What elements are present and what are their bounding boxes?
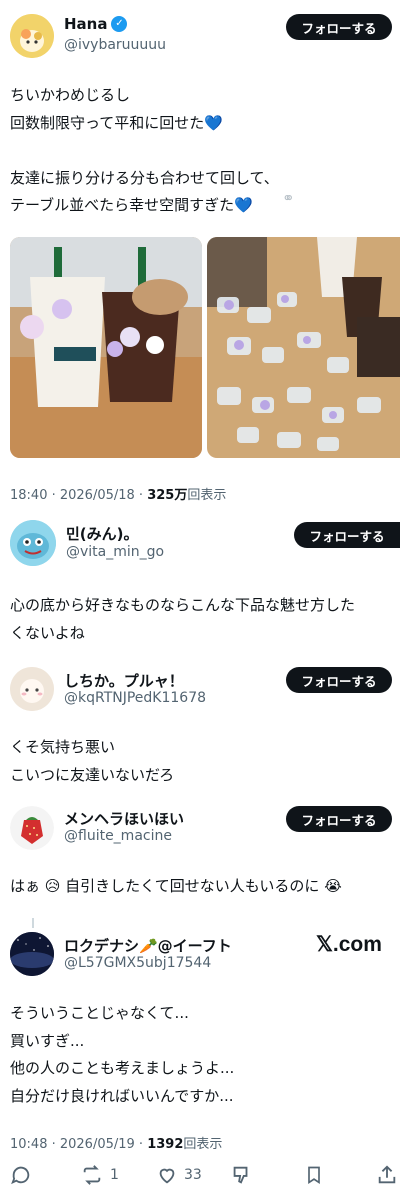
reply-text: そういうことじゃなくて... 買いすぎ... 他の人のことも考えましょうよ...… (10, 1004, 235, 1105)
post-photo-1[interactable] (10, 237, 202, 458)
timestamp-text: 18:40 · 2026/05/18 · (10, 488, 148, 503)
verified-badge-icon: ✓ (111, 16, 128, 32)
reply-author-name[interactable]: メンヘラほいほい (64, 808, 184, 829)
rings-icon: ⚭ (282, 189, 295, 207)
views-count: 325万 (147, 488, 188, 503)
reply-icon (11, 1166, 30, 1185)
reply-text: くそ気持ち悪い こいつに友達いないだろ (10, 738, 175, 784)
retweet-icon (83, 1165, 101, 1185)
like-button[interactable]: 33 (156, 1164, 202, 1186)
heart-icon (159, 1168, 175, 1184)
reply-author-name[interactable]: 민(みん)。 (66, 523, 139, 544)
timestamp-text: 10:48 · 2026/05/19 · (10, 1137, 148, 1152)
reply-author-name[interactable]: しちか。プルャ！ (64, 670, 184, 691)
post-photo-2[interactable] (207, 237, 400, 458)
follow-button[interactable]: フォローする (286, 806, 392, 832)
reply-author-handle[interactable]: @kqRTNJPedK11678 (64, 690, 206, 706)
author-name-text: Hana (64, 15, 108, 33)
reply-author-handle[interactable]: @L57GMX5ubj17544 (64, 955, 211, 971)
follow-button[interactable]: フォローする (286, 14, 392, 40)
reply-button[interactable] (10, 1164, 32, 1186)
avatar[interactable] (10, 932, 54, 976)
views-count: 1392 (147, 1137, 184, 1152)
reply-author-handle[interactable]: @vita_min_go (66, 544, 164, 560)
follow-button[interactable]: フォローする (294, 522, 400, 548)
avatar[interactable] (10, 14, 54, 58)
thread-line (32, 918, 34, 928)
views-label: 回表示 (187, 488, 227, 503)
author-name[interactable]: Hana ✓ (64, 15, 128, 33)
reply-author-handle[interactable]: @fluite_macine (64, 828, 172, 844)
reply-text: はぁ 😥 自引きしたくて回せない人もいるのに 😭 (10, 877, 342, 895)
avatar[interactable] (10, 667, 54, 711)
bookmark-icon (308, 1166, 320, 1185)
avatar[interactable] (10, 520, 56, 566)
dislike-button[interactable] (230, 1164, 252, 1186)
author-handle[interactable]: @ivybaruuuuu (64, 37, 166, 53)
reply-timestamp: 10:48 · 2026/05/19 · 1392回表示 (10, 1133, 222, 1152)
like-count: 33 (184, 1167, 202, 1183)
retweet-count: 1 (110, 1167, 119, 1183)
reply-author-name[interactable]: ロクデナシ🥕@イーフト (64, 935, 232, 956)
bookmark-button[interactable] (304, 1164, 324, 1186)
avatar[interactable] (10, 806, 54, 850)
post-timestamp: 18:40 · 2026/05/18 · 325万回表示 (10, 484, 226, 503)
reply-text: 心の底から好きなものならこんな下品な魅せ方した くないよね (10, 596, 356, 642)
post-text: ちいかわめじるし 回数制限守って平和に回せた💙 友達に振り分ける分も合わせて回し… (10, 86, 279, 214)
dislike-icon (233, 1166, 248, 1184)
retweet-button[interactable]: 1 (80, 1164, 119, 1186)
share-button[interactable] (376, 1164, 398, 1186)
share-icon (378, 1165, 396, 1184)
views-label: 回表示 (183, 1137, 223, 1152)
x-watermark: 𝕏.com (316, 933, 382, 956)
follow-button[interactable]: フォローする (286, 667, 392, 693)
